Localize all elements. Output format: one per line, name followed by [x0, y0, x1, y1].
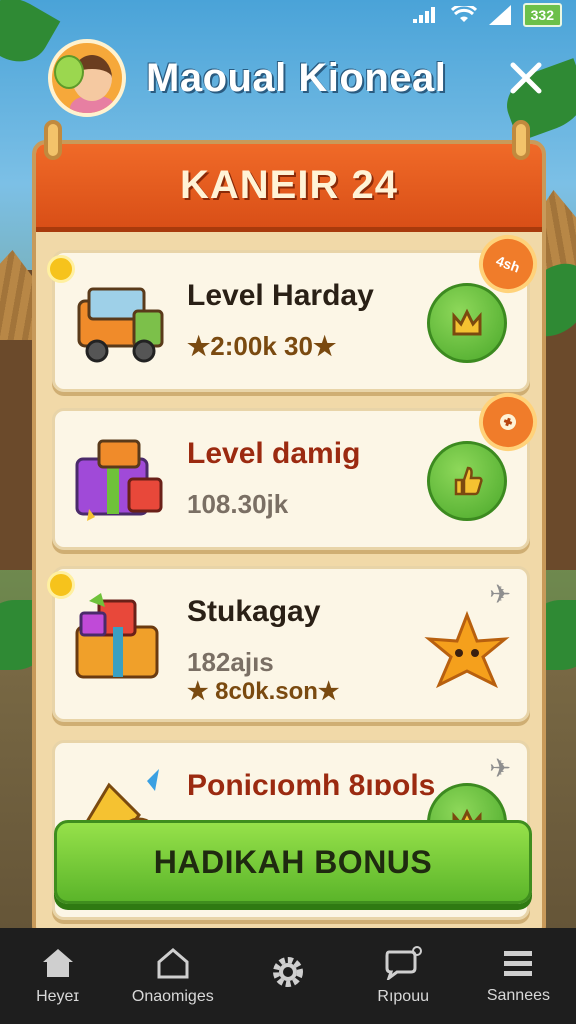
- treasure-chest-icon: [75, 593, 159, 679]
- item-name: Ponicıomh 8ıɒols: [187, 769, 436, 802]
- banner-hook-right: [512, 120, 530, 160]
- plane-icon: ✈: [489, 579, 511, 609]
- bonus-button-label: HADIKAH BONUS: [153, 843, 433, 880]
- page-title: Maoual Kioneal: [146, 55, 447, 100]
- item-name: Level Harday: [187, 279, 374, 312]
- plane-icon: ✈: [489, 753, 511, 783]
- crown-icon: [452, 308, 482, 336]
- nav-item-collection[interactable]: Onaomiges: [115, 928, 230, 1024]
- nav-item-home[interactable]: Heyeɪ: [0, 928, 115, 1024]
- item-name: Stukagay: [187, 595, 321, 628]
- bottom-nav: Heyeɪ Onaomiges Rıpouu Sannees: [0, 928, 576, 1024]
- avatar[interactable]: [48, 39, 126, 117]
- item-value-secondary: ★ 8c0k.son★: [187, 678, 340, 705]
- claim-button[interactable]: [427, 283, 507, 363]
- nav-item-settings[interactable]: [230, 928, 345, 1024]
- banner-hook-left: [44, 120, 62, 160]
- sparkle-icon: [500, 414, 516, 430]
- claim-button[interactable]: [427, 441, 507, 521]
- item-name: Level damig: [187, 437, 361, 470]
- cellular-icon: [488, 5, 511, 25]
- wifi-icon: [450, 6, 477, 22]
- close-icon: [510, 62, 542, 94]
- nav-label: Heyeɪ: [36, 988, 80, 1005]
- nav-label: Sannees: [486, 987, 550, 1004]
- signal-icon: [412, 7, 439, 23]
- list-item[interactable]: Level damig 108.30jk: [52, 384, 542, 550]
- nav-label: Rıpouu: [377, 988, 429, 1005]
- nav-label: Onaomiges: [131, 988, 214, 1005]
- item-value: ★2:00k 30★: [187, 331, 337, 361]
- panel-banner: KANEIR 24: [36, 144, 542, 232]
- list-item[interactable]: Level Harday ★2:00k 30★ 4sh: [47, 226, 542, 392]
- header: Maoual Kioneal: [48, 39, 546, 117]
- gear-icon: [273, 957, 303, 987]
- home-icon: [42, 949, 73, 977]
- nav-item-menu[interactable]: Sannees: [461, 928, 576, 1024]
- nav-item-report[interactable]: Rıpouu: [346, 928, 461, 1024]
- chat-icon: [385, 946, 423, 980]
- status-bar: 332: [0, 0, 576, 30]
- bonus-button[interactable]: HADIKAH BONUS: [54, 820, 532, 904]
- star-creature-icon: [424, 610, 510, 689]
- truck-icon: [77, 287, 164, 363]
- list-icon: [504, 951, 533, 976]
- gift-box-icon: [75, 439, 163, 521]
- item-value: 108.30jk: [187, 489, 289, 519]
- item-value: 182ajıs: [187, 647, 274, 677]
- banner-title: KANEIR 24: [180, 163, 398, 207]
- battery-indicator: 332: [522, 3, 562, 27]
- thumbs-up-icon: [454, 466, 483, 496]
- rewards-panel: KANEIR 24 Level Harday ★2:00k 30★ 4sh Le…: [32, 140, 546, 940]
- house-outline-icon: [157, 948, 189, 979]
- list-item[interactable]: Stukagay 182ajıs ★ 8c0k.son★ ✈: [47, 566, 530, 722]
- close-button[interactable]: [506, 58, 546, 98]
